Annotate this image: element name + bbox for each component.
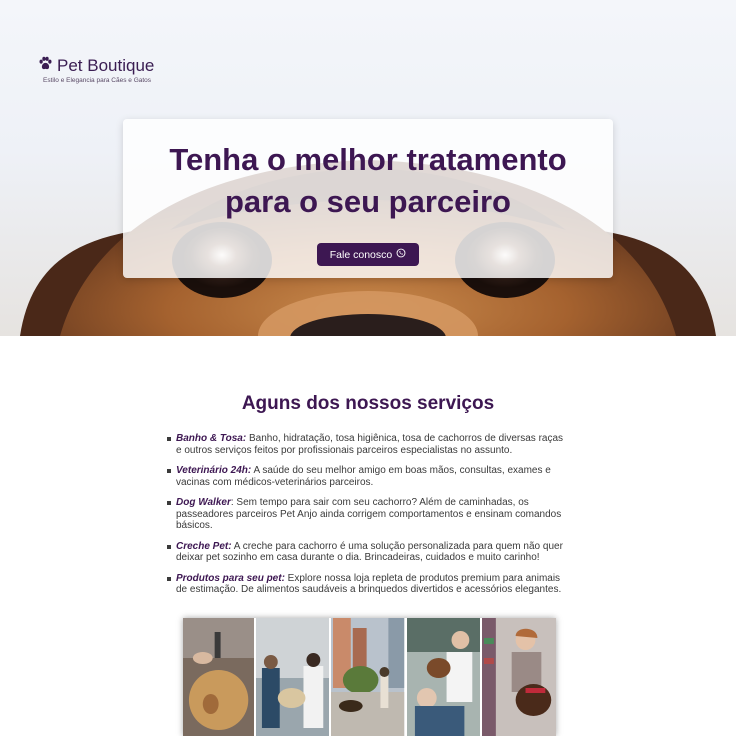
contact-button-label: Fale conosco	[329, 248, 393, 261]
hero-title: Tenha o melhor tratamento para o seu par…	[123, 139, 613, 223]
gallery-photo-products	[481, 618, 557, 736]
hero-card: Tenha o melhor tratamento para o seu par…	[123, 119, 613, 278]
hero-title-line2: para o seu parceiro	[224, 184, 511, 219]
service-name: Banho & Tosa:	[176, 433, 247, 444]
service-name: Veterinário 24h:	[176, 465, 252, 476]
services-title: Aguns dos nossos serviços	[241, 393, 495, 414]
service-name: Creche Pet:	[176, 540, 232, 552]
service-item-produtos: Produtos para seu pet: Explore nossa loj…	[166, 573, 566, 596]
whatsapp-icon	[396, 248, 406, 261]
gallery-photo-bath	[183, 618, 255, 736]
contact-button[interactable]: Fale conosco	[316, 243, 420, 266]
services-list: Banho & Tosa: Banho, hidratação, tosa hi…	[166, 433, 566, 605]
service-name: Produtos para seu pet:	[176, 572, 285, 584]
service-item-dog-walker: Dog Walker: Sem tempo para sair com seu …	[166, 497, 566, 532]
gallery-photo-walker	[331, 618, 405, 736]
brand-tagline: Estilo e Elegancia para Cães e Gatos	[43, 77, 152, 84]
service-item-creche: Creche Pet: A creche para cachorro é uma…	[166, 541, 566, 564]
gallery-photo-vet	[256, 618, 330, 736]
service-item-veterinario: Veterinário 24h: A saúde do seu melhor a…	[166, 465, 566, 488]
service-description: : Sem tempo para sair com seu cachorro? …	[176, 497, 562, 531]
hero-title-line1: Tenha o melhor tratamento	[169, 142, 567, 177]
gallery-photo-daycare	[406, 618, 480, 736]
brand-logo[interactable]: Pet Boutique Estilo e Elegancia para Cãe…	[38, 56, 154, 84]
service-item-banho-tosa: Banho & Tosa: Banho, hidratação, tosa hi…	[166, 433, 566, 456]
hero-banner: Pet Boutique Estilo e Elegancia para Cãe…	[0, 0, 736, 336]
service-description: A creche para cachorro é uma solução per…	[176, 540, 563, 564]
paw-icon	[38, 56, 53, 76]
brand-name: Pet Boutique	[57, 56, 155, 75]
services-gallery	[183, 618, 557, 736]
service-name: Dog Walker	[176, 497, 231, 508]
